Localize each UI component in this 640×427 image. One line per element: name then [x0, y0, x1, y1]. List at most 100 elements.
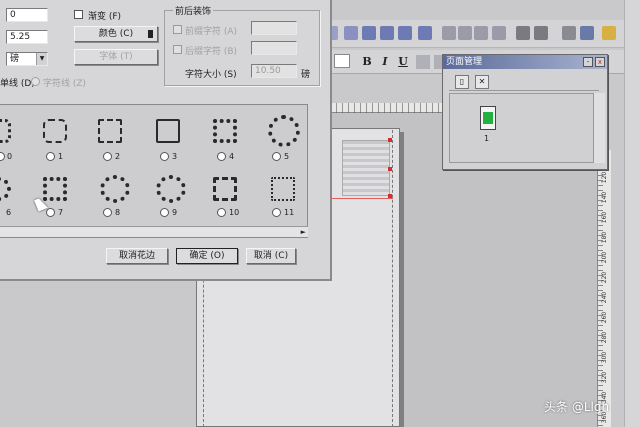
- frame-number: 4: [229, 152, 235, 161]
- ruler-label: 120: [601, 171, 609, 184]
- frames-horizontal-scrollbar[interactable]: ►: [0, 226, 308, 237]
- chevron-down-icon[interactable]: ▼: [36, 53, 47, 65]
- font-size-box[interactable]: [334, 54, 350, 68]
- frame-style-1[interactable]: [40, 117, 70, 145]
- minimize-button[interactable]: -: [583, 57, 593, 67]
- frame-style-10[interactable]: [210, 175, 240, 203]
- frame-number: 2: [115, 152, 121, 161]
- back-char-input[interactable]: [251, 41, 297, 55]
- cancel-frame-button[interactable]: 取消花边: [106, 248, 168, 264]
- frame-style-3[interactable]: [153, 117, 183, 145]
- frame-number: 11: [284, 208, 295, 217]
- frame-style-0[interactable]: [0, 117, 14, 145]
- bold-button[interactable]: B: [360, 55, 374, 69]
- margin-guide-right: [392, 130, 393, 427]
- back-char-label: 后缀字符 (B): [185, 47, 238, 57]
- frame-style-4[interactable]: [210, 117, 240, 145]
- frame-radio-9[interactable]: [160, 208, 169, 217]
- ruler-label: 260: [601, 311, 609, 324]
- frame-radio-2[interactable]: [103, 152, 112, 161]
- frame-styles-panel: 0 1 2 3 4 5 6 7 8 9 10 11 ►: [0, 104, 308, 238]
- font-button[interactable]: 字体 (T): [74, 49, 158, 65]
- front-char-input[interactable]: [251, 21, 297, 35]
- chain-icon[interactable]: [474, 26, 488, 40]
- text-block[interactable]: [342, 138, 392, 198]
- decoration-group: 前后装饰 前缀字符 (A) 后缀字符 (B) 字符大小 (S) 10.50 磅: [164, 4, 320, 86]
- char-size-unit: 磅: [301, 70, 311, 80]
- frame-radio-3[interactable]: [160, 152, 169, 161]
- decoration-group-title: 前后装饰: [173, 4, 214, 17]
- strike-icon[interactable]: [416, 55, 430, 69]
- page-manager-panel: 页面管理 - x ▯ ✕ 1: [442, 54, 608, 170]
- frame-radio-10[interactable]: [217, 208, 226, 217]
- frame-number: 7: [58, 208, 64, 217]
- cross-icon[interactable]: [344, 26, 358, 40]
- gradient-checkbox[interactable]: [74, 10, 83, 19]
- color-button-label: 颜色 (C): [98, 29, 134, 39]
- delete-page-icon[interactable]: ✕: [475, 75, 489, 89]
- frame-radio-1[interactable]: [46, 152, 55, 161]
- frame-radio-11[interactable]: [272, 208, 281, 217]
- double-line-radio[interactable]: [31, 77, 40, 86]
- help-icon[interactable]: [602, 26, 616, 40]
- page-list-scrollbar[interactable]: [593, 93, 605, 163]
- color-button[interactable]: 颜色 (C): [74, 26, 158, 42]
- frame-radio-7[interactable]: [46, 208, 55, 217]
- frame-number: 8: [115, 208, 121, 217]
- frame-radio-0[interactable]: [0, 152, 5, 161]
- underline-button[interactable]: U: [396, 55, 410, 69]
- handle-icon[interactable]: [388, 194, 392, 198]
- handle-icon[interactable]: [388, 138, 392, 142]
- layout-justify-icon[interactable]: [418, 26, 432, 40]
- frame-style-8[interactable]: [97, 173, 131, 205]
- link-icon[interactable]: [442, 26, 456, 40]
- main-toolbar: [300, 20, 640, 48]
- page-number: 1: [484, 134, 490, 143]
- ruler-label: 220: [601, 271, 609, 284]
- layout-right-icon[interactable]: [398, 26, 412, 40]
- break-chain-icon[interactable]: [492, 26, 506, 40]
- page-thumbnail[interactable]: [480, 106, 496, 130]
- frame-radio-4[interactable]: [217, 152, 226, 161]
- layers-icon[interactable]: [562, 26, 576, 40]
- italic-button[interactable]: I: [378, 55, 392, 69]
- front-char-label: 前缀字符 (A): [185, 27, 238, 37]
- frame-style-2[interactable]: [95, 117, 125, 145]
- frame-style-5[interactable]: [265, 113, 301, 149]
- frame-number: 1: [58, 152, 64, 161]
- vertical-scrollbar[interactable]: [624, 0, 640, 427]
- arrow-right-icon[interactable]: [534, 26, 548, 40]
- ruler-label: 240: [601, 291, 609, 304]
- new-page-icon[interactable]: ▯: [455, 75, 469, 89]
- unit-value: 磅: [10, 54, 20, 64]
- frame-style-9[interactable]: [153, 173, 187, 205]
- table-icon[interactable]: [580, 26, 594, 40]
- frame-radio-5[interactable]: [272, 152, 281, 161]
- width-input[interactable]: 5.25: [6, 30, 48, 44]
- page-manager-tools: ▯ ✕: [449, 75, 599, 91]
- char-size-input[interactable]: 10.50: [251, 64, 297, 78]
- arrow-left-icon[interactable]: [516, 26, 530, 40]
- chevron-right-icon[interactable]: ►: [301, 228, 306, 236]
- cancel-button[interactable]: 取消 (C): [246, 248, 296, 264]
- frame-style-6[interactable]: [0, 175, 14, 203]
- layout-left-icon[interactable]: [362, 26, 376, 40]
- frame-style-11[interactable]: [268, 175, 298, 203]
- ruler-label: 180: [601, 231, 609, 244]
- unlink-icon[interactable]: [458, 26, 472, 40]
- ruler-label: 320: [601, 371, 609, 384]
- front-char-checkbox[interactable]: [173, 25, 182, 34]
- char-size-label: 字符大小 (S): [185, 70, 237, 80]
- close-button[interactable]: x: [595, 57, 605, 67]
- frame-radio-8[interactable]: [103, 208, 112, 217]
- unit-select[interactable]: 磅 ▼: [6, 52, 48, 66]
- vertical-ruler: 120 140 160 180 200 220 240 260 280 300 …: [597, 150, 611, 427]
- size-input[interactable]: 0: [6, 8, 48, 22]
- ok-button[interactable]: 确定 (O): [176, 248, 238, 264]
- ruler-label: 200: [601, 251, 609, 264]
- handle-icon[interactable]: [388, 167, 392, 171]
- layout-center-icon[interactable]: [380, 26, 394, 40]
- gradient-label: 渐变 (F): [88, 12, 122, 22]
- back-char-checkbox[interactable]: [173, 45, 182, 54]
- frame-number: 5: [284, 152, 290, 161]
